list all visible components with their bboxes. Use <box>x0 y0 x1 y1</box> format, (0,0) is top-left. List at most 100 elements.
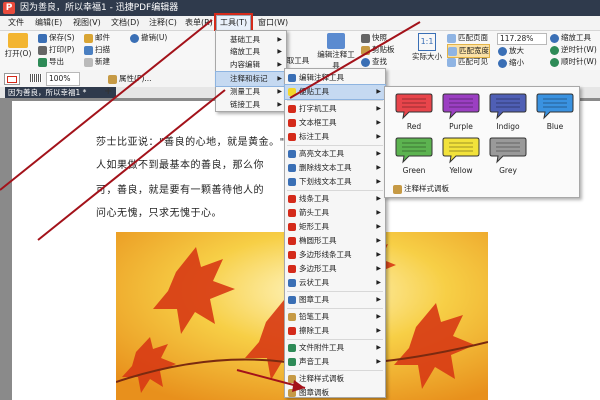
annot-menu-item[interactable]: 文本框工具 ▶ <box>285 116 385 130</box>
text-tool-button[interactable]: 取工具 <box>284 55 312 66</box>
actual-size-icon: 1:1 <box>418 33 436 51</box>
annotation-edit-tool-button[interactable]: 编辑注释工具 <box>316 33 356 71</box>
scan-button[interactable]: 扫描 <box>84 44 110 56</box>
annot-tool-icon <box>288 105 296 113</box>
properties-icon <box>108 74 117 84</box>
menu-document[interactable]: 文档(D) <box>108 16 142 30</box>
chevron-right-icon: ▶ <box>277 48 282 55</box>
annot-menu-item[interactable]: 文件附件工具 ▶ <box>285 341 385 355</box>
annot-menu-label: 云状工具 <box>299 278 329 287</box>
annot-menu-item[interactable]: 编辑注释工具 <box>285 71 385 85</box>
save-button[interactable]: 保存(S) <box>38 32 75 44</box>
annot-menu-item[interactable]: 矩形工具 ▶ <box>285 220 385 234</box>
chevron-right-icon: ▶ <box>277 88 282 95</box>
annot-menu-item[interactable]: 椭圆形工具 ▶ <box>285 234 385 248</box>
annotation-style-palette-item[interactable]: 注释样式调板 <box>393 183 449 194</box>
fit-page-button[interactable]: 匹配页面 <box>447 32 488 44</box>
tools-menu-annotate[interactable]: 注释和标记 ▶ <box>215 71 287 87</box>
annot-menu-item[interactable]: 高亮文本工具 ▶ <box>285 147 385 161</box>
annot-menu-label: 图章工具 <box>299 295 329 304</box>
chevron-right-icon: ▶ <box>376 88 381 95</box>
sticky-note-indigo-icon[interactable] <box>489 92 527 120</box>
annot-menu-item[interactable]: 多边形工具 ▶ <box>285 262 385 276</box>
print-button[interactable]: 打印(P) <box>38 44 74 56</box>
menu-file[interactable]: 文件 <box>5 16 27 30</box>
annot-menu-item[interactable]: 声音工具 ▶ <box>285 355 385 369</box>
chevron-right-icon: ▶ <box>376 327 381 334</box>
document-tab[interactable]: 因为善良，所以幸福1 * <box>5 87 116 98</box>
menu-comment[interactable]: 注释(C) <box>146 16 180 30</box>
sticky-note-yellow-icon[interactable] <box>442 136 480 164</box>
annot-tool-icon <box>288 389 296 397</box>
sticky-note-green-icon[interactable] <box>395 136 433 164</box>
chevron-right-icon: ▶ <box>376 223 381 230</box>
annot-menu-label: 标注工具 <box>299 132 329 141</box>
chevron-right-icon: ▶ <box>376 237 381 244</box>
zoom-level-combo[interactable]: 117.28% <box>497 33 547 45</box>
annot-tool-icon <box>288 164 296 172</box>
annot-menu-item[interactable]: 下划线文本工具 ▶ <box>285 175 385 189</box>
annot-menu-item[interactable]: 擦除工具 ▶ <box>285 324 385 338</box>
fill-color-swatch[interactable] <box>4 73 20 85</box>
sticky-note-grey-icon[interactable] <box>489 136 527 164</box>
opacity-combo[interactable]: 100% <box>46 72 80 86</box>
sticky-note-purple-icon[interactable] <box>442 92 480 120</box>
annot-menu-label: 便贴工具 <box>299 87 329 96</box>
annot-menu-item[interactable]: 图章调板 <box>285 386 385 400</box>
export-button[interactable]: 导出 <box>38 56 64 68</box>
actual-size-button[interactable]: 1:1 实际大小 <box>410 33 444 62</box>
sticky-note-blue-icon[interactable] <box>536 92 574 120</box>
sticky-note-red-icon[interactable] <box>395 92 433 120</box>
tools-menu-content-edit[interactable]: 内容编辑 ▶ <box>216 58 286 72</box>
annot-menu-label: 椭圆形工具 <box>299 236 337 245</box>
sticky-note-palette: Red Purple Indigo Blue Green Yellow Grey 注释样式调板 <box>384 86 580 198</box>
menu-view[interactable]: 视图(V) <box>70 16 104 30</box>
annot-tool-icon <box>288 265 296 273</box>
annot-menu-item[interactable]: 图章工具 ▶ <box>285 293 385 307</box>
open-button[interactable]: 打开(O) <box>3 33 33 59</box>
new-button[interactable]: 新建 <box>84 56 110 68</box>
tools-menu-link[interactable]: 链接工具 ▶ <box>216 98 286 112</box>
find-button[interactable]: 查找 <box>361 56 387 68</box>
annot-menu-item[interactable]: 箭头工具 ▶ <box>285 206 385 220</box>
annot-menu-item[interactable]: 云状工具 ▶ <box>285 276 385 290</box>
sticky-note-color-label: Grey <box>499 166 517 175</box>
annot-menu-item[interactable]: 便贴工具 ▶ <box>284 84 386 100</box>
zoom-in-button[interactable]: 放大 <box>498 45 524 57</box>
annot-menu-item[interactable]: 标注工具 ▶ <box>285 130 385 144</box>
annot-menu-label: 删除线文本工具 <box>299 163 352 172</box>
rotate-cw-button[interactable]: 逆时针(W) <box>550 44 597 56</box>
tools-menu: 基础工具 ▶ 缩放工具 ▶ 内容编辑 ▶ 注释和标记 ▶ 测量工具 ▶ 链接工具 ▶ <box>215 30 287 112</box>
fit-visible-button[interactable]: 匹配可见 <box>447 56 488 68</box>
clipboard-button[interactable]: 剪贴板 <box>361 44 395 56</box>
add-tab-button[interactable]: + <box>104 86 112 97</box>
annot-menu-item[interactable]: 多边形线条工具 ▶ <box>285 248 385 262</box>
annot-menu-item[interactable]: 注释样式调板 <box>285 372 385 386</box>
snapshot-button[interactable]: 快照 <box>361 32 387 44</box>
annot-menu-label: 铅笔工具 <box>299 312 329 321</box>
annot-menu-label: 注释样式调板 <box>299 374 344 383</box>
undo-button[interactable]: 撤销(U) <box>130 32 167 44</box>
fit-width-icon <box>448 46 457 56</box>
zoom-tool-button[interactable]: 缩放工具 <box>550 32 591 44</box>
zoom-out-button[interactable]: 缩小 <box>498 57 524 69</box>
tools-menu-measure[interactable]: 测量工具 ▶ <box>216 85 286 99</box>
annot-menu-item[interactable]: 打字机工具 ▶ <box>285 102 385 116</box>
menu-separator <box>287 339 383 340</box>
properties-button[interactable]: 属性(P)... <box>108 73 152 85</box>
annot-menu-label: 箭头工具 <box>299 208 329 217</box>
menu-bar: 文件 编辑(E) 视图(V) 文档(D) 注释(C) 表单(R) 工具(T) 窗… <box>0 13 600 33</box>
doc-line-3: 可，善良，就是要有一颗善待他人的 <box>96 185 264 196</box>
tools-menu-zoom[interactable]: 缩放工具 ▶ <box>216 45 286 59</box>
annot-menu-item[interactable]: 线条工具 ▶ <box>285 192 385 206</box>
annot-tool-icon <box>288 223 296 231</box>
line-pattern-icon[interactable] <box>30 74 42 82</box>
menu-tools[interactable]: 工具(T) <box>213 13 254 33</box>
rotate-ccw-button[interactable]: 顺时针(W) <box>550 56 597 68</box>
menu-edit[interactable]: 编辑(E) <box>32 16 65 30</box>
annot-menu-item[interactable]: 删除线文本工具 ▶ <box>285 161 385 175</box>
menu-window[interactable]: 窗口(W) <box>255 16 291 30</box>
email-button[interactable]: 邮件 <box>84 32 110 44</box>
annot-menu-item[interactable]: 铅笔工具 ▶ <box>285 310 385 324</box>
menu-form[interactable]: 表单(R) <box>182 16 216 30</box>
